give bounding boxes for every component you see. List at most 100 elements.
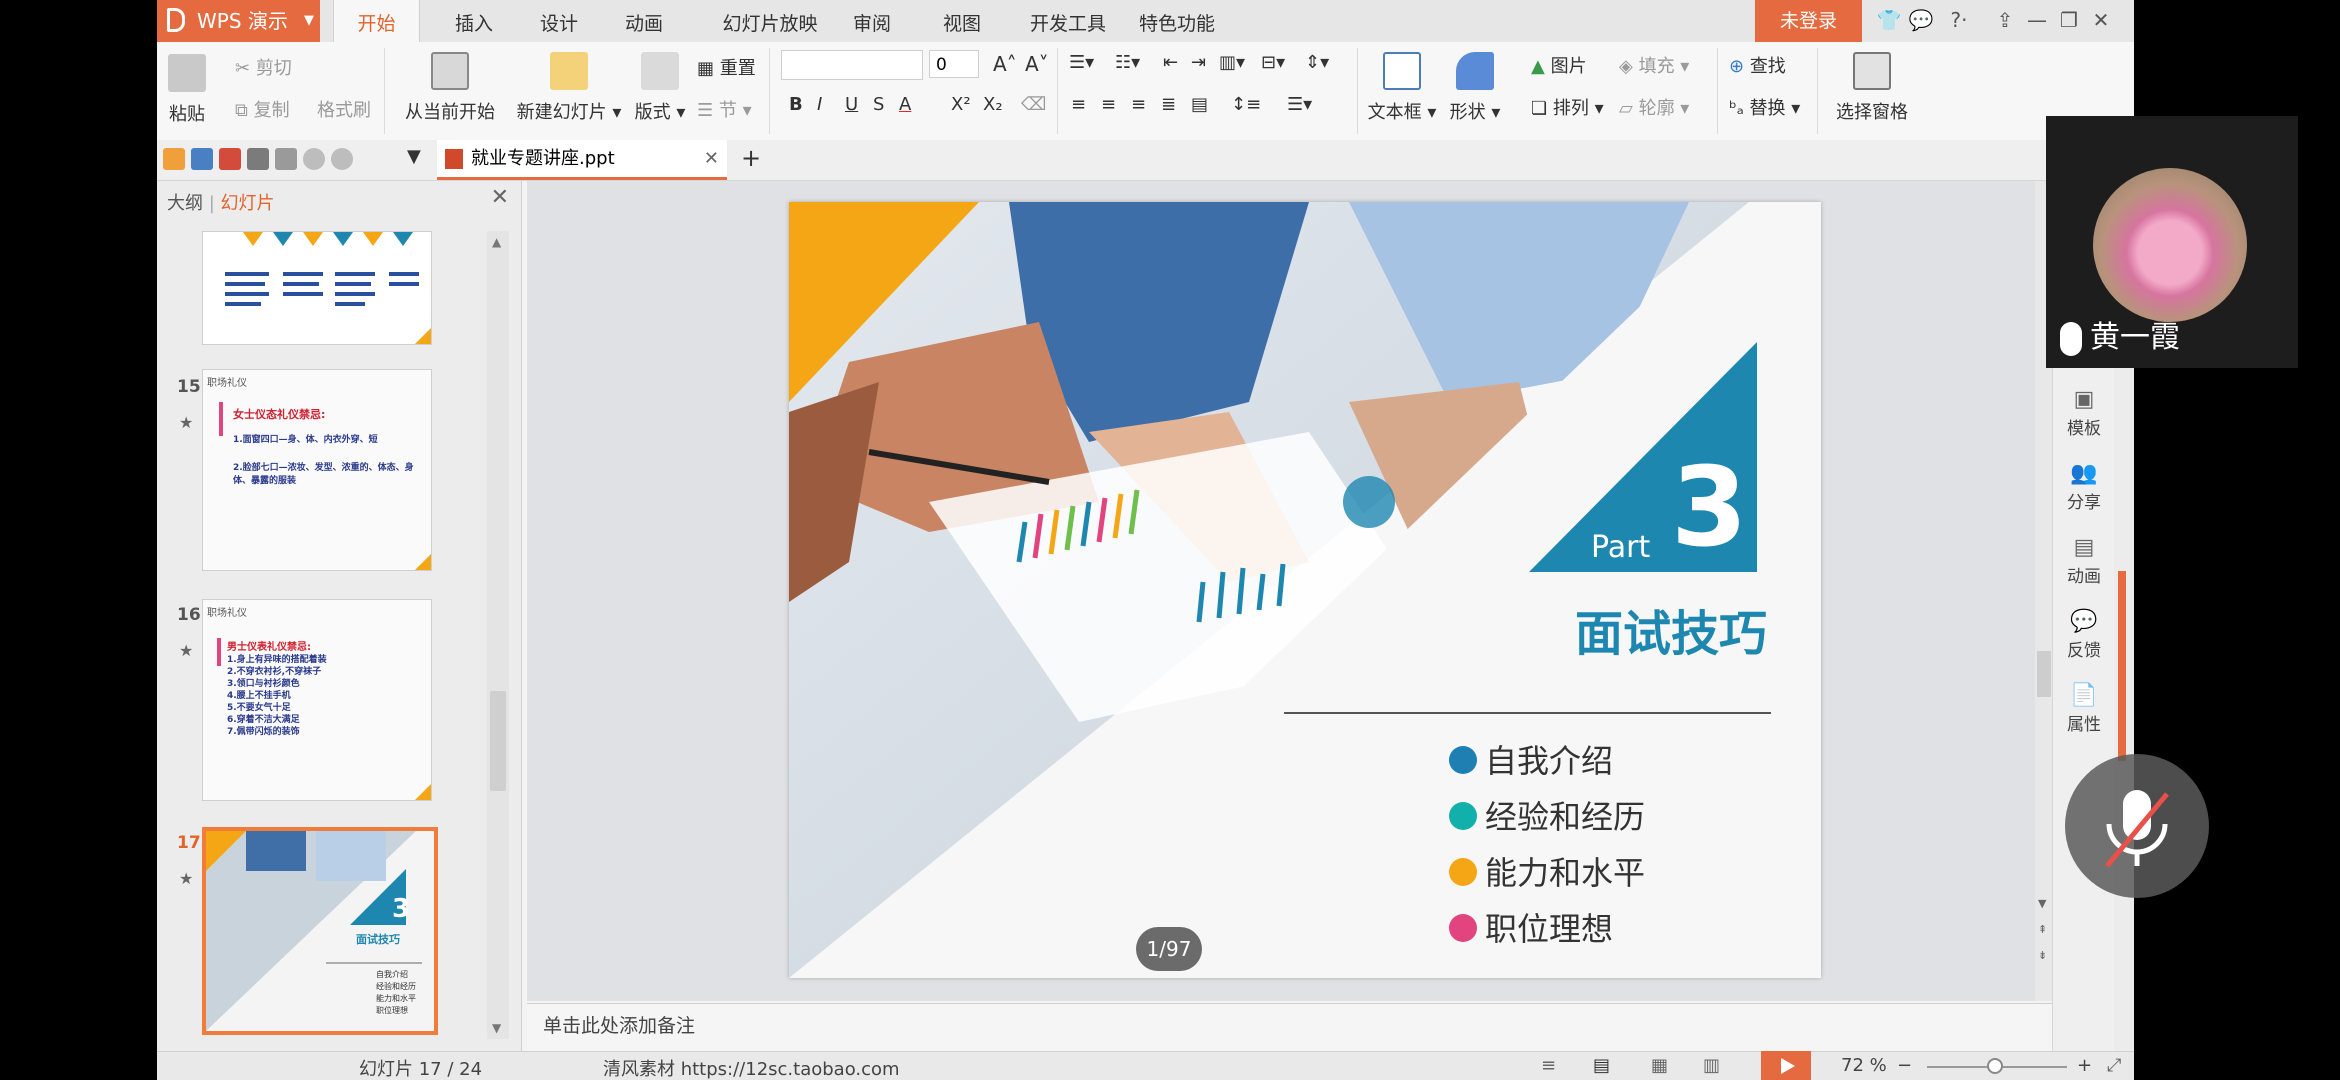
distribute-icon[interactable]: ▤ — [1191, 94, 1208, 115]
cut-button[interactable]: ✂ 剪切 — [235, 54, 292, 80]
textbox-button[interactable]: 文本框 ▾ — [1367, 46, 1437, 124]
scroll-down-icon[interactable]: ▼ — [2038, 897, 2046, 910]
restore-icon[interactable]: ❐ — [2055, 8, 2083, 32]
format-painter-button[interactable]: 格式刷 — [317, 96, 371, 122]
font-color-icon[interactable]: A — [899, 94, 911, 115]
sidebar-item-animation[interactable]: ▤ 动画 — [2053, 535, 2115, 587]
normal-view-icon[interactable]: ▤ — [1593, 1055, 1610, 1076]
quick-access-dropdown-icon[interactable]: ▼ — [407, 146, 421, 167]
zoom-slider[interactable] — [1927, 1058, 2067, 1074]
subscript-icon[interactable]: X₂ — [983, 94, 1003, 115]
shape-button[interactable]: 形状 ▾ — [1447, 46, 1503, 124]
tab-home[interactable]: 开始 — [333, 0, 420, 42]
text-align-vertical-icon[interactable]: ⇕▾ — [1305, 52, 1329, 73]
play-slideshow-button[interactable] — [1761, 1051, 1811, 1080]
zoom-level[interactable]: 72 % — [1841, 1055, 1887, 1076]
replace-button[interactable]: ᵇₐ 替换 ▾ — [1729, 94, 1800, 120]
close-icon[interactable]: ✕ — [2087, 8, 2115, 32]
clear-format-icon[interactable]: ⌫ — [1021, 94, 1046, 115]
sidebar-item-feedback[interactable]: 💬 反馈 — [2053, 609, 2115, 661]
tab-features[interactable]: 特色功能 — [1117, 0, 1237, 42]
tab-slides[interactable]: 幻灯片 — [221, 193, 275, 214]
copy-button[interactable]: ⧉ 复制 — [235, 96, 290, 122]
text-direction-icon[interactable]: ⊟▾ — [1261, 52, 1285, 73]
notes-toggle-icon[interactable]: ≡ — [1541, 1055, 1556, 1076]
align-right-icon[interactable]: ≡ — [1131, 94, 1146, 115]
minimize-icon[interactable]: — — [2023, 8, 2051, 32]
panel-scrollbar[interactable]: ▲ ▼ — [487, 231, 509, 1039]
chat-icon[interactable]: 💬 — [1907, 8, 1935, 32]
align-center-icon[interactable]: ≡ — [1101, 94, 1116, 115]
bullets-icon[interactable]: ☰▾ — [1069, 52, 1094, 73]
font-name-input[interactable] — [781, 50, 923, 80]
mute-microphone-button[interactable] — [2065, 754, 2209, 898]
video-overlay[interactable]: 黄一霞 — [2046, 116, 2298, 368]
underline-icon[interactable]: U — [845, 94, 858, 115]
wps-logo-menu[interactable]: WPS 演示 ▼ — [157, 0, 320, 42]
shrink-font-icon[interactable]: A˅ — [1025, 52, 1049, 76]
scroll-up-icon[interactable]: ▲ — [492, 235, 501, 249]
skin-icon[interactable]: 👕 — [1875, 8, 1903, 32]
outline-button[interactable]: ▱ 轮廓 ▾ — [1619, 94, 1689, 120]
zoom-slider-handle[interactable] — [1987, 1058, 2003, 1074]
layout-button[interactable]: 版式 ▾ — [631, 46, 689, 124]
slide-thumbnail[interactable]: 职场礼仪 女士仪态礼仪禁忌: 1.面窗四口—身、体、内衣外穿、短 2.脸部七口—… — [202, 369, 432, 571]
sidebar-item-properties[interactable]: 📄 属性 — [2053, 683, 2115, 735]
previous-slide-icon[interactable]: ⇞ — [2038, 923, 2047, 936]
italic-icon[interactable]: I — [817, 94, 822, 115]
scrollbar-thumb[interactable] — [490, 691, 506, 791]
from-current-button[interactable]: 从当前开始 — [395, 46, 505, 124]
paste-button[interactable]: 粘贴 — [165, 48, 209, 126]
bold-icon[interactable]: B — [789, 94, 803, 115]
current-slide[interactable]: Part 3 面试技巧 自我介绍 经验和经历 能力和水平 职位理想 — [789, 202, 1821, 978]
slide-thumbnail[interactable] — [202, 231, 432, 345]
tab-view[interactable]: 视图 — [922, 0, 1002, 42]
sidebar-item-share[interactable]: 👥 分享 — [2053, 461, 2115, 513]
justify-icon[interactable]: ≣ — [1161, 94, 1176, 115]
selection-pane-button[interactable]: 选择窗格 — [1827, 46, 1917, 124]
slide-thumbnail-selected[interactable]: 3 面试技巧 自我介绍 经验和经历 能力和水平 职位理想 — [202, 827, 438, 1035]
zoom-in-icon[interactable]: + — [2077, 1055, 2092, 1076]
fill-button[interactable]: ◈ 填充 ▾ — [1619, 52, 1689, 78]
picture-button[interactable]: ▲ 图片 — [1531, 52, 1587, 78]
columns-icon[interactable]: ▥▾ — [1219, 52, 1245, 73]
tab-review[interactable]: 审阅 — [837, 0, 907, 42]
tab-animation[interactable]: 动画 — [604, 0, 684, 42]
tab-design[interactable]: 设计 — [519, 0, 599, 42]
reading-view-icon[interactable]: ▥ — [1703, 1055, 1720, 1076]
save-icon[interactable] — [191, 148, 213, 170]
superscript-icon[interactable]: X² — [951, 94, 971, 115]
indent-increase-icon[interactable]: ⇥ — [1191, 52, 1206, 73]
line-spacing-icon[interactable]: ↕≡ — [1231, 94, 1261, 115]
tab-insert[interactable]: 插入 — [434, 0, 514, 42]
fit-window-icon[interactable]: ⤢ — [2107, 1055, 2121, 1076]
grow-font-icon[interactable]: A˄ — [993, 52, 1017, 76]
tab-outline[interactable]: 大纲 — [167, 193, 203, 214]
reset-button[interactable]: ▦ 重置 — [697, 54, 756, 80]
close-panel-icon[interactable]: ✕ — [491, 185, 509, 210]
tab-developer[interactable]: 开发工具 — [1013, 0, 1123, 42]
notes-pane[interactable]: 单击此处添加备注 — [527, 1003, 2052, 1052]
sorter-view-icon[interactable]: ▦ — [1651, 1055, 1668, 1076]
next-slide-icon[interactable]: ⇟ — [2038, 949, 2047, 962]
login-button[interactable]: 未登录 — [1755, 0, 1862, 42]
print-icon[interactable] — [247, 148, 269, 170]
sidebar-item-template[interactable]: ▣ 模板 — [2053, 387, 2115, 439]
align-left-icon[interactable]: ≡ — [1071, 94, 1086, 115]
undo-icon[interactable] — [303, 148, 325, 170]
open-folder-icon[interactable] — [163, 148, 185, 170]
export-pdf-icon[interactable] — [219, 148, 241, 170]
slide-thumbnail[interactable]: 职场礼仪 男士仪表礼仪禁忌: 1.身上有异味的搭配着装 2.不穿衣衬衫,不穿袜子… — [202, 599, 432, 801]
find-button[interactable]: ⊕ 查找 — [1729, 52, 1786, 78]
close-tab-icon[interactable]: ✕ — [704, 140, 719, 178]
indent-decrease-icon[interactable]: ⇤ — [1163, 52, 1178, 73]
font-size-input[interactable]: 0 — [929, 50, 979, 78]
redo-icon[interactable] — [331, 148, 353, 170]
scroll-down-icon[interactable]: ▼ — [492, 1021, 501, 1035]
upload-icon[interactable]: ⇪ — [1991, 8, 2019, 32]
canvas-scroll-thumb[interactable] — [2037, 651, 2051, 697]
help-icon[interactable]: ?· — [1939, 8, 1979, 32]
document-tab[interactable]: 就业专题讲座.ppt ✕ — [437, 140, 727, 180]
arrange-button[interactable]: ❏ 排列 ▾ — [1531, 94, 1604, 120]
shadow-icon[interactable]: S — [873, 94, 884, 115]
